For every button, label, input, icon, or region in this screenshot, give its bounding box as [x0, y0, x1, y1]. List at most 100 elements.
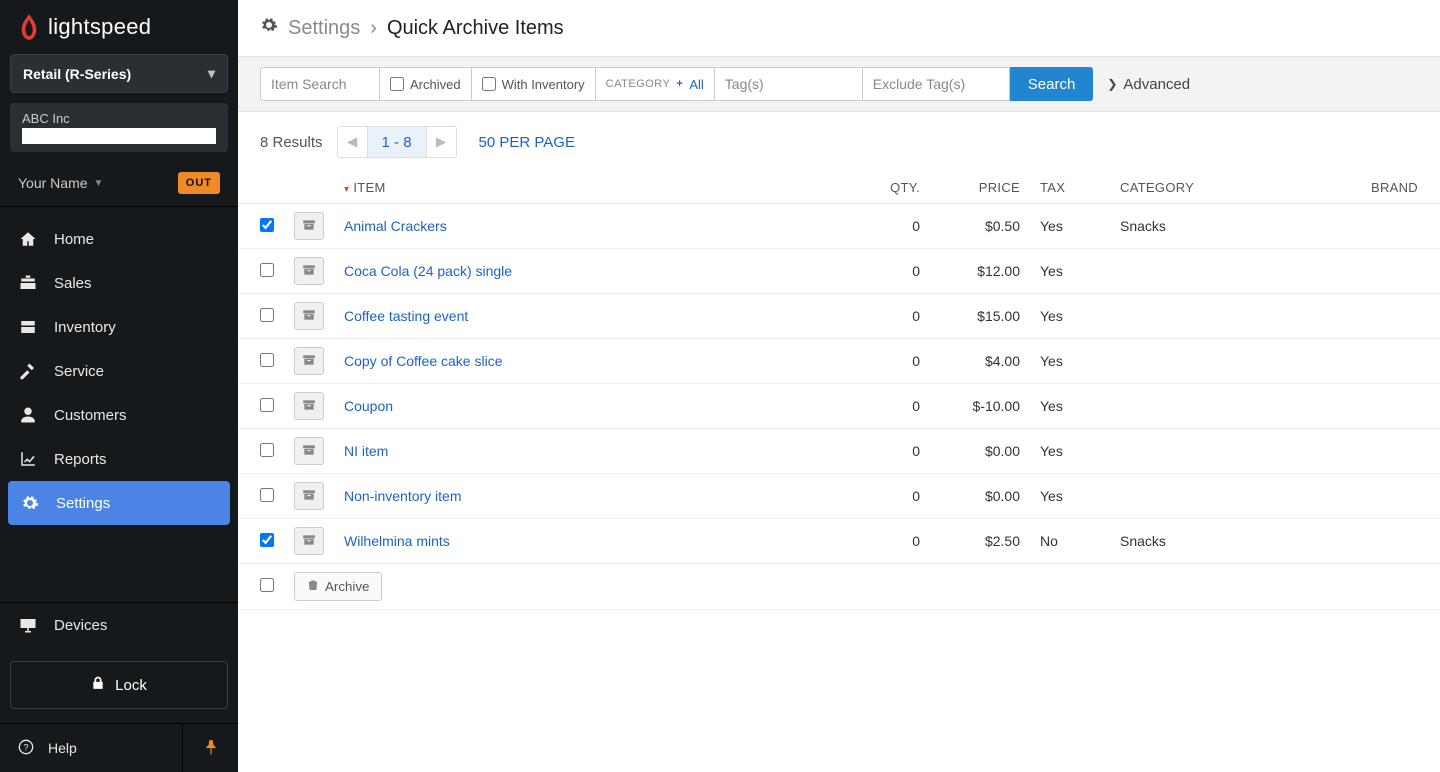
item-link[interactable]: Coffee tasting event — [344, 308, 468, 324]
cell-tax: Yes — [1030, 474, 1110, 519]
exclude-tags-input[interactable] — [863, 67, 1010, 101]
pager-range[interactable]: 1 - 8 — [368, 127, 426, 157]
trash-icon — [307, 579, 319, 594]
nav-sales[interactable]: Sales — [0, 261, 238, 305]
cell-category — [1110, 339, 1330, 384]
lock-label: Lock — [115, 677, 147, 694]
with-inventory-label: With Inventory — [502, 77, 585, 92]
tags-input[interactable] — [715, 67, 863, 101]
item-link[interactable]: Coupon — [344, 398, 393, 414]
row-archive-button[interactable] — [294, 482, 324, 510]
row-checkbox[interactable] — [260, 398, 274, 412]
category-filter[interactable]: CATEGORY +All — [596, 67, 715, 101]
item-link[interactable]: Wilhelmina mints — [344, 533, 450, 549]
item-link[interactable]: Coca Cola (24 pack) single — [344, 263, 512, 279]
cell-qty: 0 — [840, 429, 930, 474]
row-archive-button[interactable] — [294, 527, 324, 555]
help-button[interactable]: ? Help — [0, 725, 182, 772]
cell-brand — [1330, 384, 1440, 429]
nav-service[interactable]: Service — [0, 349, 238, 393]
user-menu[interactable]: Your Name ▼ — [18, 175, 103, 191]
breadcrumb: Settings › Quick Archive Items — [238, 0, 1440, 56]
col-header-brand[interactable]: BRAND — [1330, 172, 1440, 204]
archived-checkbox[interactable] — [390, 77, 404, 91]
nav-home[interactable]: Home — [0, 217, 238, 261]
breadcrumb-parent[interactable]: Settings — [288, 17, 360, 40]
row-checkbox[interactable] — [260, 353, 274, 367]
items-table: ▾ITEM QTY. PRICE TAX CATEGORY BRAND Anim… — [238, 172, 1440, 610]
monitor-icon — [18, 615, 38, 635]
chevron-down-icon: ▾ — [208, 65, 215, 82]
advanced-label: Advanced — [1123, 76, 1190, 93]
row-archive-button[interactable] — [294, 212, 324, 240]
row-archive-button[interactable] — [294, 257, 324, 285]
item-search-input[interactable] — [260, 67, 380, 101]
nav-settings[interactable]: Settings — [8, 481, 230, 525]
row-archive-button[interactable] — [294, 437, 324, 465]
nav-devices[interactable]: Devices — [0, 603, 238, 647]
results-bar: 8 Results ◀ 1 - 8 ▶ 50 PER PAGE — [238, 112, 1440, 172]
clock-out-badge[interactable]: OUT — [178, 172, 220, 194]
col-header-item[interactable]: ▾ITEM — [334, 172, 840, 204]
pager-next-button[interactable]: ▶ — [426, 127, 456, 157]
cell-qty: 0 — [840, 519, 930, 564]
cell-tax: Yes — [1030, 249, 1110, 294]
breadcrumb-current: Quick Archive Items — [387, 17, 564, 40]
company-name: ABC Inc — [22, 111, 216, 126]
pin-button[interactable] — [182, 724, 238, 772]
sort-indicator-icon: ▾ — [344, 184, 349, 195]
nav-inventory[interactable]: Inventory — [0, 305, 238, 349]
cell-tax: Yes — [1030, 339, 1110, 384]
archived-label: Archived — [410, 77, 461, 92]
advanced-toggle[interactable]: ❯ Advanced — [1093, 67, 1204, 101]
cell-category — [1110, 429, 1330, 474]
row-checkbox[interactable] — [260, 308, 274, 322]
sidebar: lightspeed Retail (R-Series) ▾ ABC Inc R… — [0, 0, 238, 772]
nav-customers[interactable]: Customers — [0, 393, 238, 437]
pager-prev-button[interactable]: ◀ — [338, 127, 368, 157]
item-link[interactable]: Non-inventory item — [344, 488, 462, 504]
row-archive-button[interactable] — [294, 347, 324, 375]
select-all-footer-checkbox[interactable] — [260, 578, 274, 592]
item-link[interactable]: NI item — [344, 443, 388, 459]
nav-reports[interactable]: Reports — [0, 437, 238, 481]
help-label: Help — [48, 740, 77, 756]
with-inventory-checkbox[interactable] — [482, 77, 496, 91]
company-register-block[interactable]: ABC Inc Register 1 — [10, 103, 228, 152]
cell-price: $4.00 — [930, 339, 1030, 384]
col-header-category[interactable]: CATEGORY — [1110, 172, 1330, 204]
cell-category — [1110, 384, 1330, 429]
row-checkbox[interactable] — [260, 263, 274, 277]
item-link[interactable]: Animal Crackers — [344, 218, 447, 234]
row-checkbox[interactable] — [260, 533, 274, 547]
cell-tax: Yes — [1030, 204, 1110, 249]
col-header-qty[interactable]: QTY. — [840, 172, 930, 204]
col-header-price[interactable]: PRICE — [930, 172, 1030, 204]
search-button[interactable]: Search — [1010, 67, 1094, 101]
user-icon — [18, 405, 38, 425]
row-archive-button[interactable] — [294, 302, 324, 330]
cell-category: Snacks — [1110, 519, 1330, 564]
archive-box-icon — [302, 533, 316, 549]
cell-price: $12.00 — [930, 249, 1030, 294]
row-checkbox[interactable] — [260, 488, 274, 502]
row-checkbox[interactable] — [260, 443, 274, 457]
with-inventory-filter[interactable]: With Inventory — [472, 67, 596, 101]
table-row: Copy of Coffee cake slice 0$4.00Yes — [238, 339, 1440, 384]
logo[interactable]: lightspeed — [0, 14, 238, 54]
archive-box-icon — [302, 218, 316, 234]
cell-qty: 0 — [840, 339, 930, 384]
nav-label: Inventory — [54, 319, 116, 336]
archived-filter[interactable]: Archived — [380, 67, 472, 101]
archive-button[interactable]: Archive — [294, 572, 382, 601]
per-page-selector[interactable]: 50 PER PAGE — [479, 134, 575, 151]
svg-text:?: ? — [23, 742, 28, 752]
gear-icon — [260, 16, 278, 40]
cell-price: $-10.00 — [930, 384, 1030, 429]
series-selector[interactable]: Retail (R-Series) ▾ — [10, 54, 228, 93]
item-link[interactable]: Copy of Coffee cake slice — [344, 353, 503, 369]
row-checkbox[interactable] — [260, 218, 274, 232]
row-archive-button[interactable] — [294, 392, 324, 420]
lock-button[interactable]: Lock — [10, 661, 228, 709]
col-header-tax[interactable]: TAX — [1030, 172, 1110, 204]
